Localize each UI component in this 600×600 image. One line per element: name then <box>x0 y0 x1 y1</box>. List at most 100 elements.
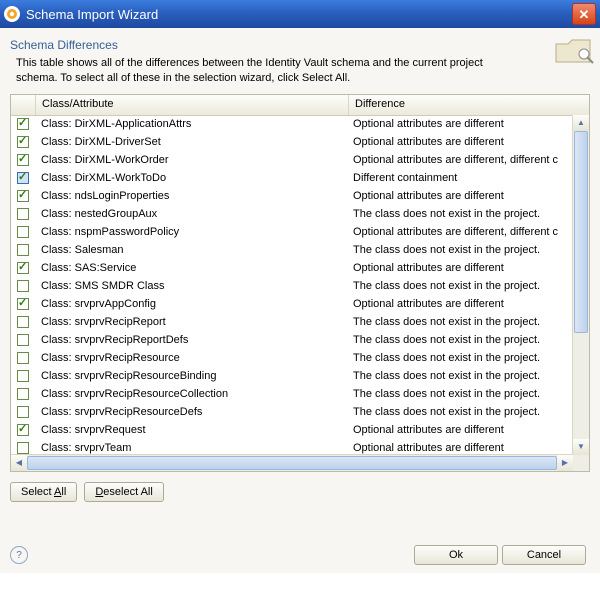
cell-difference: The class does not exist in the project. <box>347 352 573 364</box>
cell-class-attribute: Class: SMS SMDR Class <box>35 280 347 292</box>
cell-class-attribute: Class: DirXML-DriverSet <box>35 136 347 148</box>
scroll-up-icon[interactable]: ▲ <box>573 115 589 131</box>
header-difference[interactable]: Difference <box>349 95 589 115</box>
row-checkbox[interactable] <box>17 442 29 454</box>
cell-difference: The class does not exist in the project. <box>347 208 573 220</box>
table-row[interactable]: Class: nestedGroupAuxThe class does not … <box>11 205 573 223</box>
table-row[interactable]: Class: srvprvTeamOptional attributes are… <box>11 439 573 455</box>
row-checkbox[interactable] <box>17 352 29 364</box>
table-row[interactable]: Class: srvprvRecipResourceBindingThe cla… <box>11 367 573 385</box>
row-checkbox[interactable] <box>17 298 29 310</box>
cell-difference: Optional attributes are different <box>347 262 573 274</box>
row-checkbox[interactable] <box>17 244 29 256</box>
table-row[interactable]: Class: SalesmanThe class does not exist … <box>11 241 573 259</box>
ok-button[interactable]: Ok <box>414 545 498 565</box>
cell-class-attribute: Class: DirXML-ApplicationAttrs <box>35 118 347 130</box>
table-row[interactable]: Class: DirXML-WorkOrderOptional attribut… <box>11 151 573 169</box>
row-checkbox[interactable] <box>17 370 29 382</box>
select-all-button[interactable]: Select All <box>10 482 77 502</box>
cell-class-attribute: Class: srvprvRecipReportDefs <box>35 334 347 346</box>
scroll-corner <box>573 455 589 471</box>
cell-difference: Optional attributes are different <box>347 424 573 436</box>
cell-class-attribute: Class: DirXML-WorkToDo <box>35 172 347 184</box>
table-header: Class/Attribute Difference <box>11 95 589 116</box>
cell-class-attribute: Class: ndsLoginProperties <box>35 190 347 202</box>
row-checkbox[interactable] <box>17 388 29 400</box>
scroll-down-icon[interactable]: ▼ <box>573 439 589 455</box>
cell-difference: The class does not exist in the project. <box>347 406 573 418</box>
cell-difference: The class does not exist in the project. <box>347 370 573 382</box>
row-checkbox[interactable] <box>17 154 29 166</box>
row-checkbox[interactable] <box>17 334 29 346</box>
scroll-right-icon[interactable]: ▶ <box>557 455 573 471</box>
cell-difference: Optional attributes are different <box>347 118 573 130</box>
table-row[interactable]: Class: srvprvRequestOptional attributes … <box>11 421 573 439</box>
cell-class-attribute: Class: srvprvRecipResourceBinding <box>35 370 347 382</box>
table-row[interactable]: Class: srvprvRecipReportDefsThe class do… <box>11 331 573 349</box>
table-body: Class: DirXML-ApplicationAttrsOptional a… <box>11 115 573 455</box>
table-row[interactable]: Class: DirXML-DriverSetOptional attribut… <box>11 133 573 151</box>
row-checkbox[interactable] <box>17 172 29 184</box>
section-title: Schema Differences <box>10 38 590 52</box>
cancel-button[interactable]: Cancel <box>502 545 586 565</box>
row-checkbox[interactable] <box>17 262 29 274</box>
table-row[interactable]: Class: srvprvRecipResourceCollectionThe … <box>11 385 573 403</box>
cell-class-attribute: Class: nspmPasswordPolicy <box>35 226 347 238</box>
cell-difference: The class does not exist in the project. <box>347 388 573 400</box>
table-row[interactable]: Class: srvprvRecipReportThe class does n… <box>11 313 573 331</box>
horizontal-scrollbar[interactable]: ◀ ▶ <box>11 454 573 471</box>
row-checkbox[interactable] <box>17 226 29 238</box>
row-checkbox[interactable] <box>17 424 29 436</box>
table-row[interactable]: Class: ndsLoginPropertiesOptional attrib… <box>11 187 573 205</box>
cell-class-attribute: Class: srvprvRecipResourceCollection <box>35 388 347 400</box>
scroll-left-icon[interactable]: ◀ <box>11 455 27 471</box>
row-checkbox[interactable] <box>17 190 29 202</box>
cell-difference: Optional attributes are different <box>347 190 573 202</box>
cell-class-attribute: Class: DirXML-WorkOrder <box>35 154 347 166</box>
vertical-scrollbar[interactable]: ▲ ▼ <box>572 115 589 455</box>
title-bar: Schema Import Wizard ✕ <box>0 0 600 28</box>
header-class-attribute[interactable]: Class/Attribute <box>36 95 349 115</box>
table-row[interactable]: Class: srvprvRecipResourceThe class does… <box>11 349 573 367</box>
cell-difference: Optional attributes are different, diffe… <box>347 154 573 166</box>
table-row[interactable]: Class: SAS:ServiceOptional attributes ar… <box>11 259 573 277</box>
table-row[interactable]: Class: nspmPasswordPolicyOptional attrib… <box>11 223 573 241</box>
differences-table: Class/Attribute Difference Class: DirXML… <box>10 94 590 472</box>
table-row[interactable]: Class: DirXML-WorkToDoDifferent containm… <box>11 169 573 187</box>
table-row[interactable]: Class: srvprvRecipResourceDefsThe class … <box>11 403 573 421</box>
close-button[interactable]: ✕ <box>572 3 596 25</box>
table-row[interactable]: Class: DirXML-ApplicationAttrsOptional a… <box>11 115 573 133</box>
dialog-content: Schema Differences This table shows all … <box>0 28 600 573</box>
table-row[interactable]: Class: SMS SMDR ClassThe class does not … <box>11 277 573 295</box>
cell-class-attribute: Class: srvprvRecipResource <box>35 352 347 364</box>
row-checkbox[interactable] <box>17 208 29 220</box>
wizard-app-icon <box>4 6 20 22</box>
cell-difference: The class does not exist in the project. <box>347 280 573 292</box>
deselect-all-button[interactable]: Deselect All <box>84 482 163 502</box>
cell-difference: The class does not exist in the project. <box>347 244 573 256</box>
cell-difference: The class does not exist in the project. <box>347 334 573 346</box>
cell-class-attribute: Class: SAS:Service <box>35 262 347 274</box>
cell-class-attribute: Class: Salesman <box>35 244 347 256</box>
cell-difference: Optional attributes are different, diffe… <box>347 226 573 238</box>
section-help-text: This table shows all of the differences … <box>16 56 516 86</box>
selection-button-row: Select All Deselect All <box>10 482 590 502</box>
cell-difference: Optional attributes are different <box>347 442 573 454</box>
table-row[interactable]: Class: srvprvAppConfigOptional attribute… <box>11 295 573 313</box>
cell-class-attribute: Class: srvprvRequest <box>35 424 347 436</box>
cell-difference: The class does not exist in the project. <box>347 316 573 328</box>
cell-class-attribute: Class: srvprvTeam <box>35 442 347 454</box>
dialog-footer: ? Ok Cancel <box>10 545 590 565</box>
row-checkbox[interactable] <box>17 118 29 130</box>
row-checkbox[interactable] <box>17 316 29 328</box>
row-checkbox[interactable] <box>17 406 29 418</box>
row-checkbox[interactable] <box>17 280 29 292</box>
cell-class-attribute: Class: nestedGroupAux <box>35 208 347 220</box>
row-checkbox[interactable] <box>17 136 29 148</box>
schema-folder-icon <box>554 34 594 68</box>
window-title: Schema Import Wizard <box>26 7 572 22</box>
scroll-thumb-horizontal[interactable] <box>27 456 557 470</box>
scroll-thumb-vertical[interactable] <box>574 131 588 333</box>
help-icon[interactable]: ? <box>10 546 28 564</box>
cell-class-attribute: Class: srvprvRecipResourceDefs <box>35 406 347 418</box>
